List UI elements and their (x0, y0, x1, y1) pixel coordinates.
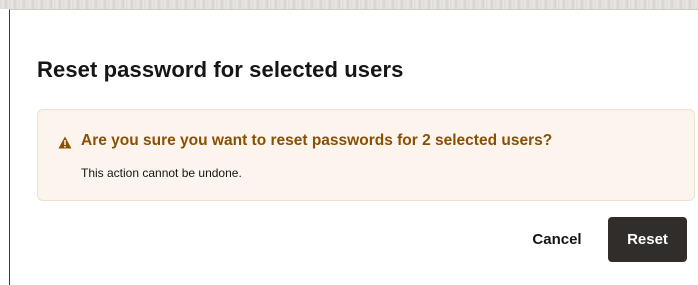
reset-password-dialog: Reset password for selected users Are yo… (9, 9, 698, 285)
warning-message: Are you sure you want to reset passwords… (81, 132, 553, 149)
background-strip (0, 0, 698, 9)
warning-detail: This action cannot be undone. (81, 166, 242, 180)
dialog-title: Reset password for selected users (37, 57, 404, 82)
reset-button[interactable]: Reset (608, 217, 687, 262)
page: Reset password for selected users Are yo… (0, 0, 698, 285)
warning-triangle-icon (58, 136, 72, 149)
warning-message-box: Are you sure you want to reset passwords… (37, 109, 695, 201)
cancel-button[interactable]: Cancel (518, 217, 596, 262)
